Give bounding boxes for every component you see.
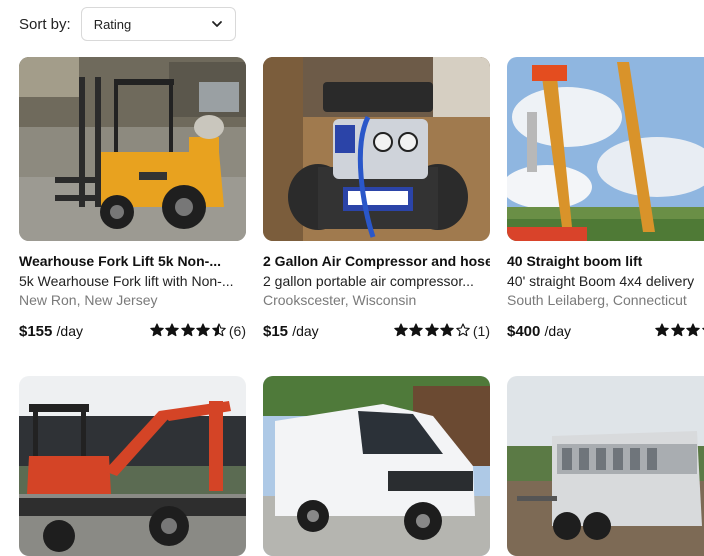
- sort-label: Sort by:: [19, 16, 71, 33]
- listing-card[interactable]: 2 Gallon Air Compressor and hose 2 gallo…: [263, 57, 490, 341]
- star-full-icon: [181, 323, 195, 337]
- listing-rating: (6): [148, 323, 246, 340]
- star-full-icon: [686, 323, 700, 337]
- listing-location: Crookscester, Wisconsin: [263, 292, 490, 308]
- listing-card[interactable]: [19, 376, 246, 556]
- listing-rating: (1): [392, 323, 490, 340]
- listing-card[interactable]: 40 Straight boom lift 40' straight Boom …: [507, 57, 704, 341]
- star-rating: [148, 323, 226, 340]
- star-empty-icon: [456, 323, 470, 337]
- listing-price: $15 /day: [263, 323, 319, 340]
- listing-description: 40' straight Boom 4x4 delivery: [507, 273, 704, 289]
- sort-selected-value: Rating: [94, 17, 132, 32]
- review-count: (1): [473, 323, 490, 339]
- boom-lift-photo[interactable]: [507, 57, 704, 241]
- star-rating: [392, 323, 470, 340]
- review-count: (6): [229, 323, 246, 339]
- listing-location: South Leilaberg, Connecticut: [507, 292, 704, 308]
- star-full-icon: [196, 323, 210, 337]
- listing-description: 2 gallon portable air compressor...: [263, 273, 490, 289]
- star-half-icon: [212, 323, 226, 337]
- listing-price: $155 /day: [19, 323, 83, 340]
- listing-title[interactable]: 40 Straight boom lift: [507, 253, 704, 269]
- star-full-icon: [425, 323, 439, 337]
- listing-rating: [654, 323, 704, 340]
- chevron-down-icon: [211, 18, 223, 30]
- star-full-icon: [655, 323, 669, 337]
- livestock-trailer-photo[interactable]: [507, 376, 704, 556]
- excavator-on-trailer-photo[interactable]: [19, 376, 246, 556]
- listing-title[interactable]: 2 Gallon Air Compressor and hose: [263, 253, 490, 269]
- star-full-icon: [394, 323, 408, 337]
- star-rating: [654, 323, 704, 340]
- star-full-icon: [165, 323, 179, 337]
- star-full-icon: [150, 323, 164, 337]
- listing-card[interactable]: [507, 376, 704, 556]
- star-full-icon: [671, 323, 685, 337]
- listing-card[interactable]: [263, 376, 490, 556]
- star-full-icon: [409, 323, 423, 337]
- listing-title[interactable]: Wearhouse Fork Lift 5k Non-...: [19, 253, 246, 269]
- air-compressor-photo[interactable]: [263, 57, 490, 241]
- sort-select[interactable]: Rating: [81, 7, 236, 41]
- sort-bar: Sort by: Rating: [19, 7, 236, 41]
- listing-card[interactable]: Wearhouse Fork Lift 5k Non-... 5k Wearho…: [19, 57, 246, 341]
- forklift-photo[interactable]: [19, 57, 246, 241]
- listing-price: $400 /day: [507, 323, 571, 340]
- listing-description: 5k Wearhouse Fork lift with Non-...: [19, 273, 246, 289]
- star-full-icon: [440, 323, 454, 337]
- white-cargo-van-photo[interactable]: [263, 376, 490, 556]
- listing-location: New Ron, New Jersey: [19, 292, 246, 308]
